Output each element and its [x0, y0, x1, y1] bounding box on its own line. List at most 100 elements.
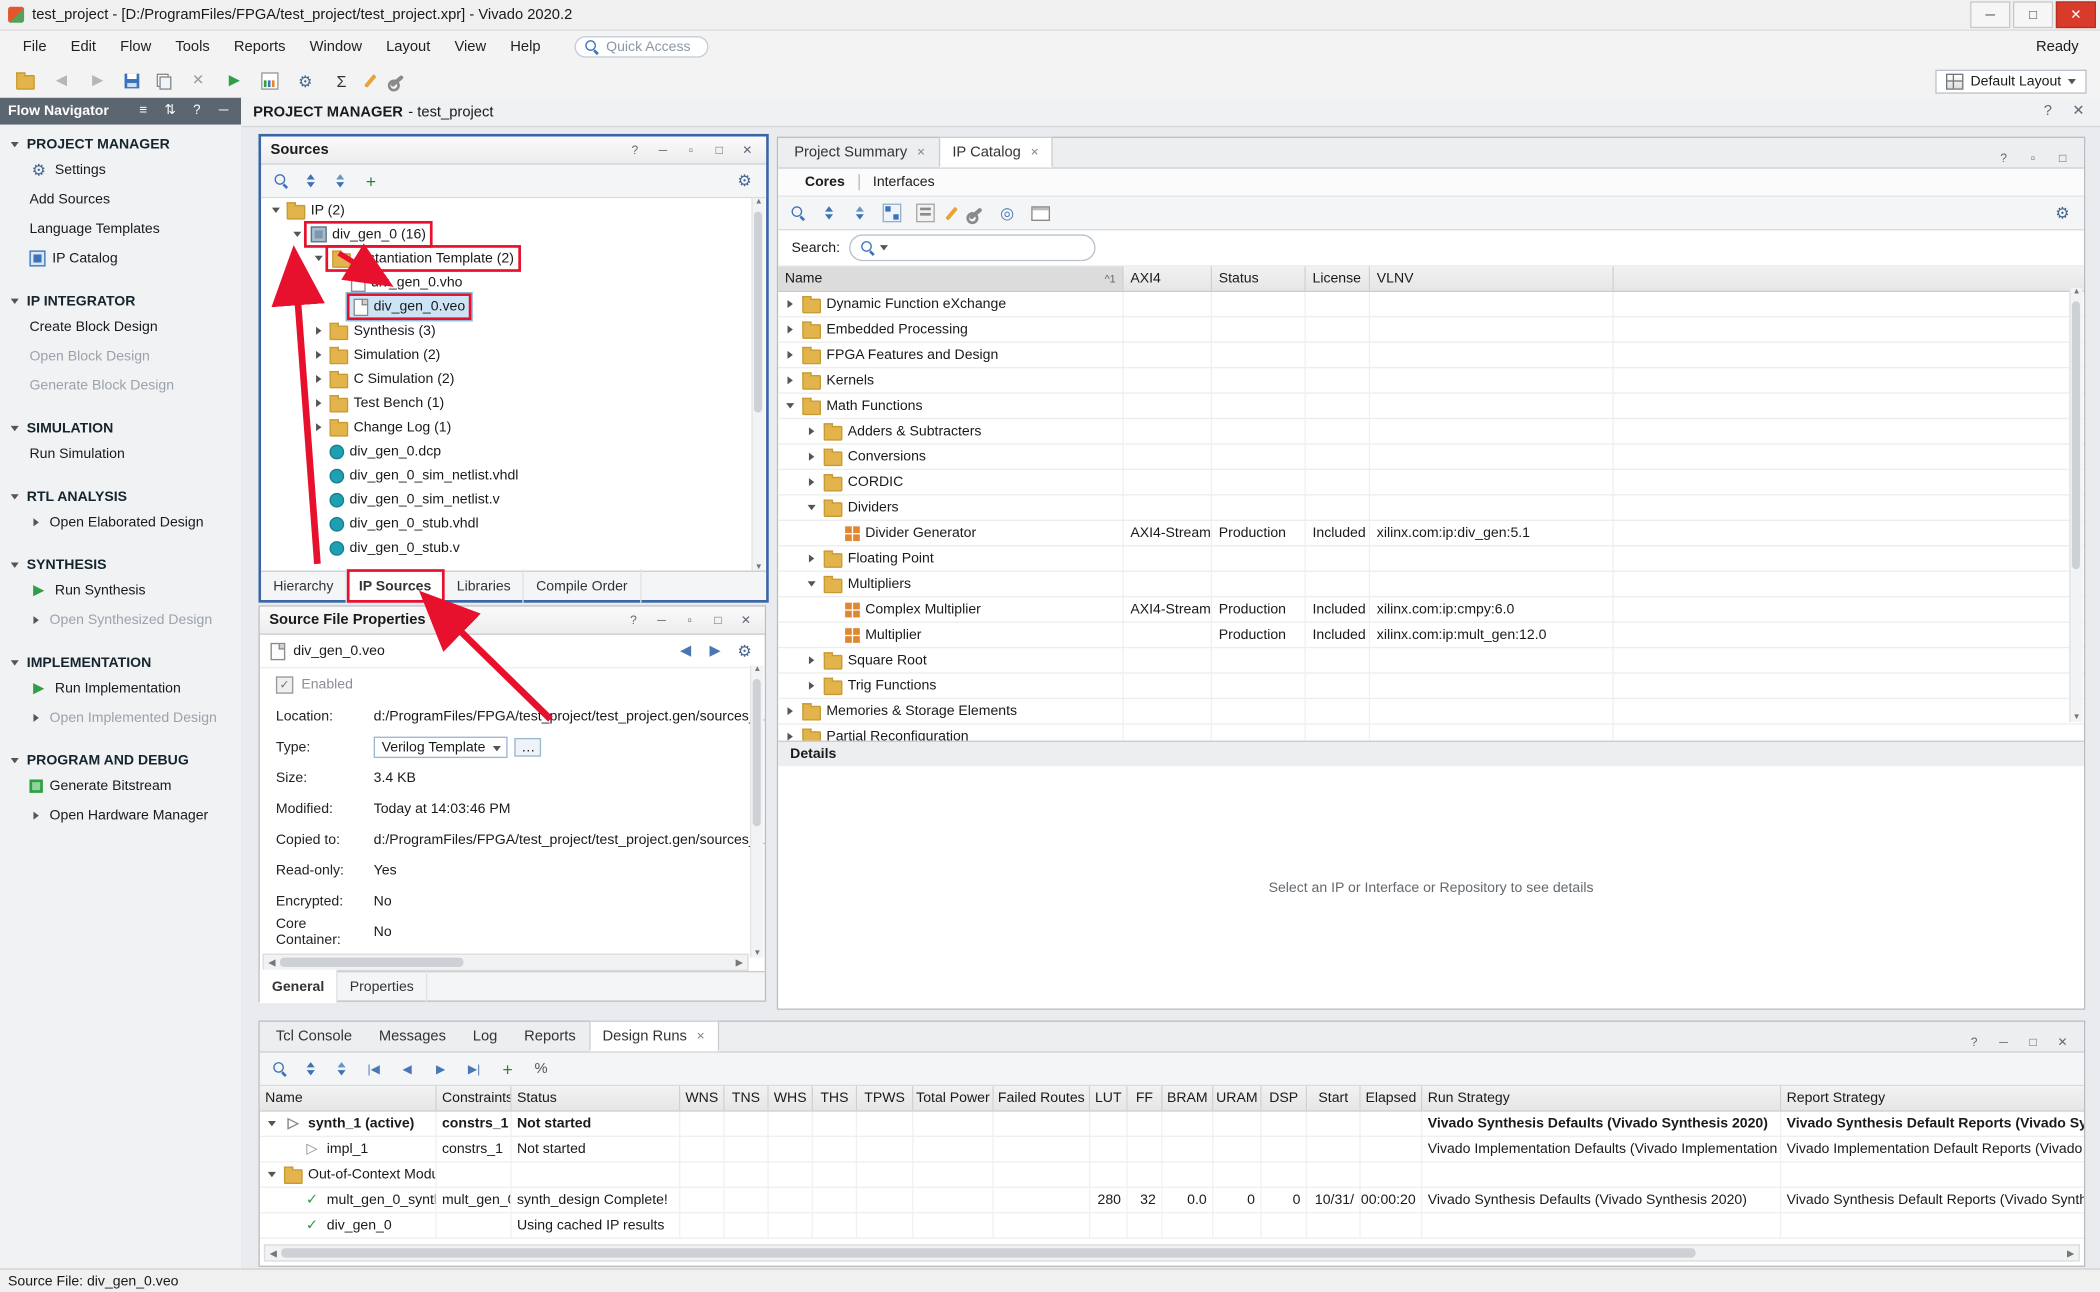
source-item-div-gen-0-stub-v[interactable]: div_gen_0_stub.v [261, 536, 753, 560]
menu-item-window[interactable]: Window [298, 35, 375, 59]
tab-reports[interactable]: Reports [511, 1021, 589, 1052]
chevron-right-icon[interactable] [805, 656, 818, 664]
close-tab-icon[interactable]: ✕ [696, 1030, 705, 1042]
flow-section-header[interactable]: SYNTHESIS [0, 554, 241, 575]
chevron-down-icon[interactable] [8, 660, 21, 665]
column-header-failed-routes[interactable]: Failed Routes [994, 1086, 1090, 1110]
chevron-right-icon[interactable] [29, 812, 42, 820]
menu-item-help[interactable]: Help [498, 35, 552, 59]
flow-item-open-elaborated-design[interactable]: Open Elaborated Design [0, 508, 241, 537]
help-icon[interactable]: ? [2038, 102, 2057, 121]
scrollbar-thumb[interactable] [280, 958, 464, 967]
tab-ip-catalog[interactable]: IP Catalog✕ [939, 137, 1053, 168]
chevron-down-icon[interactable] [265, 1172, 278, 1177]
flow-item-settings[interactable]: ⚙Settings [0, 155, 241, 184]
minimize-icon[interactable]: ─ [1994, 1033, 2013, 1052]
column-header-wns[interactable]: WNS [680, 1086, 724, 1110]
column-header-total-power[interactable]: Total Power [913, 1086, 993, 1110]
target-icon[interactable]: ◎ [998, 204, 1017, 223]
tab-compile-order[interactable]: Compile Order [524, 569, 641, 602]
source-item-div-gen-0-stub-vhdl[interactable]: div_gen_0_stub.vhdl [261, 512, 753, 536]
menu-icon[interactable]: ≡ [134, 102, 153, 121]
ip-search-input[interactable] [892, 238, 1085, 257]
expand-all-icon[interactable] [332, 173, 348, 189]
chevron-right-icon[interactable] [29, 518, 42, 526]
open-project-icon[interactable] [16, 75, 35, 90]
search-icon[interactable] [272, 1061, 288, 1077]
next-run-icon[interactable]: ▶ [431, 1059, 450, 1078]
scroll-left-icon[interactable]: ◀ [264, 957, 280, 968]
chevron-down-icon[interactable] [269, 208, 282, 213]
minimize-icon[interactable]: ─ [654, 141, 673, 160]
ip-row-math-functions[interactable]: Math Functions [778, 394, 2084, 419]
column-header-axi4[interactable]: AXI4 [1124, 267, 1212, 291]
settings-gear-icon[interactable]: ⚙ [735, 171, 754, 190]
scroll-down-icon[interactable]: ▼ [2071, 714, 2083, 722]
copy-icon[interactable] [157, 73, 172, 89]
nav-forward-icon[interactable]: ▶ [706, 642, 725, 661]
column-header-status[interactable]: Status [512, 1086, 681, 1110]
chevron-right-icon[interactable] [805, 453, 818, 461]
ip-row-square-root[interactable]: Square Root [778, 648, 2084, 673]
menu-item-flow[interactable]: Flow [108, 35, 163, 59]
scroll-down-icon[interactable]: ▼ [751, 950, 763, 958]
column-header-name[interactable]: Name [260, 1086, 437, 1110]
ip-row-dynamic-function-exchange[interactable]: Dynamic Function eXchange [778, 292, 2084, 317]
flow-item-generate-block-design[interactable]: Generate Block Design [0, 371, 241, 400]
chevron-right-icon[interactable] [312, 375, 325, 383]
tab-tcl-console[interactable]: Tcl Console [263, 1021, 366, 1052]
close-window-button[interactable] [2056, 1, 2096, 28]
ip-row-conversions[interactable]: Conversions [778, 445, 2084, 470]
type-dropdown[interactable]: Verilog Template [374, 736, 509, 757]
more-options-button[interactable] [515, 737, 542, 756]
column-header-lut[interactable]: LUT [1090, 1086, 1128, 1110]
flow-item-open-implemented-design[interactable]: Open Implemented Design [0, 703, 241, 732]
chevron-right-icon[interactable] [805, 554, 818, 562]
column-header-start[interactable]: Start [1307, 1086, 1361, 1110]
scroll-right-icon[interactable]: ▶ [731, 957, 747, 968]
chevron-down-icon[interactable] [265, 1121, 278, 1126]
ip-row-complex-multiplier[interactable]: Complex MultiplierAXI4-StreamProductionI… [778, 597, 2084, 622]
ip-row-cordic[interactable]: CORDIC [778, 470, 2084, 495]
chevron-down-icon[interactable] [783, 403, 796, 408]
source-item-div-gen-0-sim-netlist-v[interactable]: div_gen_0_sim_netlist.v [261, 488, 753, 512]
help-icon[interactable]: ? [1994, 149, 2013, 168]
help-icon[interactable]: ? [624, 611, 643, 630]
ip-row-multiplier[interactable]: MultiplierProductionIncludedxilinx.com:i… [778, 623, 2084, 648]
column-header-vlnv[interactable]: VLNV [1370, 267, 1614, 291]
help-icon[interactable]: ? [188, 102, 207, 121]
source-item-div-gen-0-16[interactable]: div_gen_0 (16) [261, 222, 753, 246]
tab-hierarchy[interactable]: Hierarchy [261, 569, 347, 602]
source-item-simulation-2[interactable]: Simulation (2) [261, 343, 753, 367]
close-icon[interactable]: ✕ [2069, 102, 2088, 121]
collapse-all-icon[interactable] [303, 173, 319, 189]
flow-item-add-sources[interactable]: Add Sources [0, 185, 241, 214]
chevron-down-icon[interactable] [8, 142, 21, 147]
source-item-synthesis-3[interactable]: Synthesis (3) [261, 319, 753, 343]
flow-section-header[interactable]: RTL ANALYSIS [0, 486, 241, 507]
source-item-div-gen-0-vho[interactable]: div_gen_0.vho [261, 271, 753, 295]
chevron-right-icon[interactable] [312, 423, 325, 431]
chevron-right-icon[interactable] [29, 616, 42, 624]
tab-design-runs[interactable]: Design Runs✕ [589, 1021, 718, 1052]
delete-icon[interactable]: ✕ [189, 72, 208, 91]
report-icon[interactable] [261, 72, 278, 89]
close-tab-icon[interactable]: ✕ [917, 146, 926, 158]
chevron-down-icon[interactable] [8, 494, 21, 499]
chevron-down-icon[interactable] [805, 581, 818, 586]
undo-icon[interactable]: ◀ [52, 72, 71, 91]
flow-item-ip-catalog[interactable]: IP Catalog [0, 244, 241, 273]
expand-all-icon[interactable] [333, 1061, 349, 1077]
wrench-icon[interactable] [390, 75, 404, 88]
subtab-interfaces[interactable]: Interfaces [858, 174, 948, 190]
menu-item-view[interactable]: View [442, 35, 498, 59]
scrollbar-thumb[interactable] [2072, 301, 2080, 569]
subtab-cores[interactable]: Cores [792, 174, 859, 190]
maximize-icon[interactable]: □ [2024, 1033, 2043, 1052]
minimize-window-button[interactable] [1970, 1, 2010, 28]
source-item-change-log-1[interactable]: Change Log (1) [261, 415, 753, 439]
tab-general[interactable]: General [260, 970, 338, 1003]
flow-section-header[interactable]: IMPLEMENTATION [0, 652, 241, 673]
chevron-down-icon[interactable] [8, 426, 21, 431]
maximize-icon[interactable]: □ [2053, 149, 2072, 168]
